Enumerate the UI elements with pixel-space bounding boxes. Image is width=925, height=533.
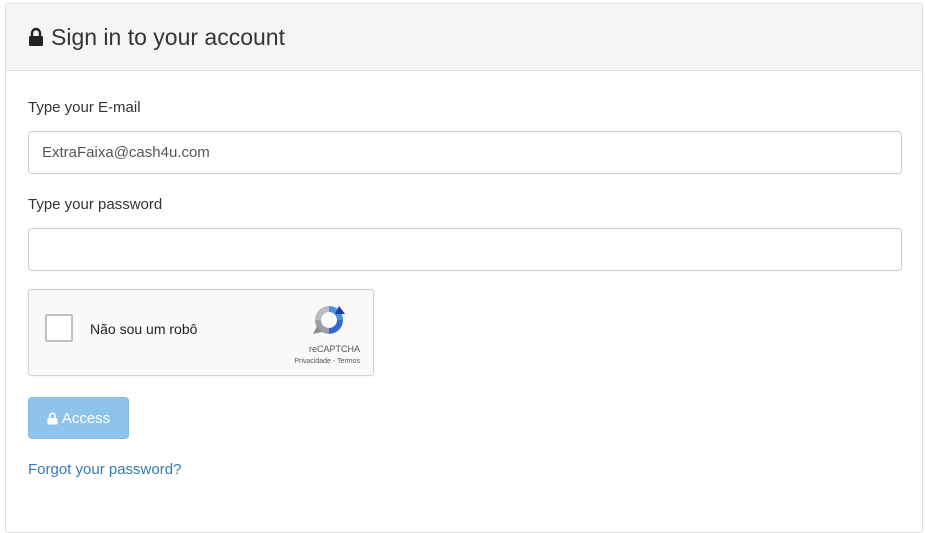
panel-heading: Sign in to your account — [6, 4, 922, 71]
panel-body: Type your E-mail Type your password Não … — [6, 71, 922, 479]
forgot-password-link[interactable]: Forgot your password? — [28, 461, 181, 478]
recaptcha-checkbox[interactable] — [45, 314, 73, 342]
email-label: Type your E-mail — [28, 99, 141, 116]
password-field[interactable] — [28, 228, 902, 271]
password-label: Type your password — [28, 196, 163, 213]
lock-icon — [28, 26, 44, 46]
password-group: Type your password — [28, 196, 902, 271]
login-panel: Sign in to your account Type your E-mail… — [5, 3, 923, 533]
page-title-text: Sign in to your account — [51, 23, 285, 50]
recaptcha-label: Não sou um robô — [90, 321, 198, 337]
recaptcha-logo-icon — [311, 302, 347, 338]
lock-icon — [47, 412, 58, 425]
recaptcha-widget: Não sou um robô reCAPTCHA Privacidade - … — [28, 289, 374, 376]
recaptcha-brand: reCAPTCHA — [308, 344, 360, 354]
page-title: Sign in to your account — [28, 24, 285, 51]
email-field[interactable] — [28, 131, 902, 174]
email-group: Type your E-mail — [28, 99, 902, 174]
access-button-label: Access — [61, 409, 111, 427]
access-button[interactable]: Access — [28, 397, 129, 439]
recaptcha-privacy-terms-link[interactable]: Privacidade - Termos — [294, 358, 360, 365]
